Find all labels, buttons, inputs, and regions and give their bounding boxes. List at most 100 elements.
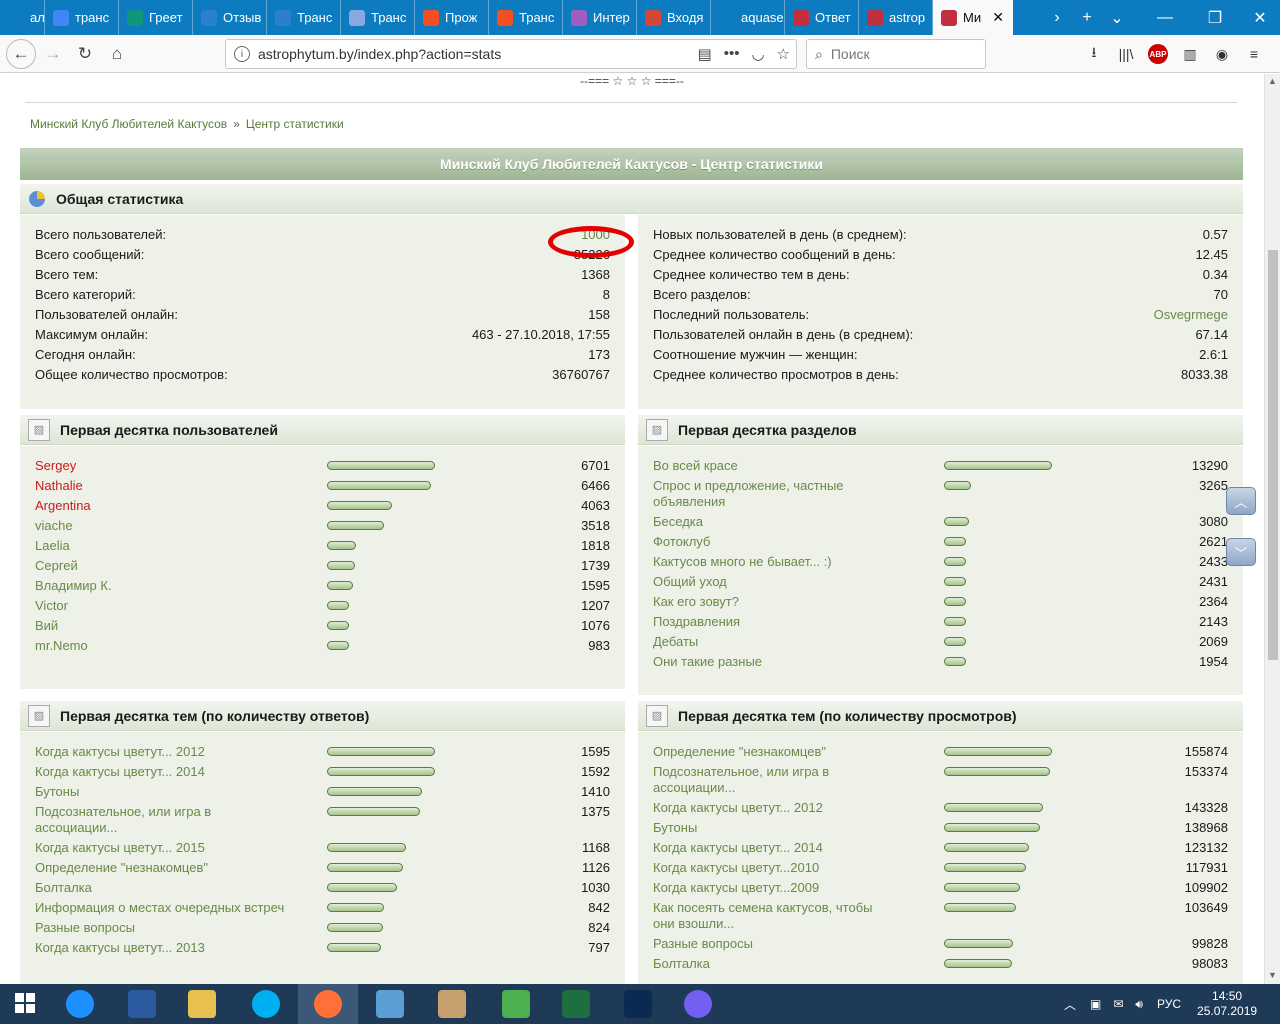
- tray-network-icon[interactable]: ▣: [1090, 997, 1101, 1011]
- reload-button[interactable]: ↻: [70, 39, 100, 69]
- top-user-name-link[interactable]: viache: [35, 518, 73, 533]
- breadcrumb-current[interactable]: Центр статистики: [246, 117, 344, 131]
- top-topic-replies-name-link[interactable]: Информация о местах очередных встреч: [35, 900, 284, 915]
- clock[interactable]: 14:50 25.07.2019: [1197, 989, 1257, 1019]
- browser-tab[interactable]: Греет: [119, 0, 193, 35]
- top-user-name-link[interactable]: Sergey: [35, 458, 76, 473]
- browser-tab[interactable]: Ответ: [785, 0, 859, 35]
- top-topic-replies-name-link[interactable]: Бутоны: [35, 784, 79, 799]
- close-window-button[interactable]: ✕: [1245, 0, 1275, 35]
- scroll-arrow-up-icon[interactable]: ▲: [1268, 76, 1277, 86]
- page-actions-icon[interactable]: •••: [724, 45, 740, 63]
- page-scrollbar[interactable]: ▲ ▼: [1264, 74, 1280, 984]
- top-board-name-link[interactable]: Во всей красе: [653, 458, 738, 473]
- tray-expand-icon[interactable]: ︿: [1064, 996, 1076, 1013]
- top-board-name-link[interactable]: Фотоклуб: [653, 534, 710, 549]
- reader-view-icon[interactable]: ▤: [698, 45, 712, 63]
- browser-tab[interactable]: Прож: [415, 0, 489, 35]
- url-bar[interactable]: i astrophytum.by/index.php?action=stats …: [225, 39, 797, 69]
- account-icon[interactable]: ◉: [1212, 44, 1232, 64]
- taskbar-skype-button[interactable]: [236, 984, 296, 1024]
- taskbar-firefox-button[interactable]: [298, 984, 358, 1024]
- bookmark-star-icon[interactable]: ☆: [777, 45, 790, 63]
- scroll-down-button[interactable]: ﹀: [1226, 538, 1256, 566]
- browser-tab[interactable]: транс: [45, 0, 119, 35]
- forward-button[interactable]: →: [38, 39, 68, 69]
- top-topic-views-name-link[interactable]: Бутоны: [653, 820, 697, 835]
- top-board-name-link[interactable]: Беседка: [653, 514, 703, 529]
- scrollbar-thumb[interactable]: [1268, 250, 1278, 660]
- taskbar-ie-button[interactable]: [50, 984, 110, 1024]
- taskbar-explorer-button[interactable]: [172, 984, 232, 1024]
- breadcrumb-home-link[interactable]: Минский Клуб Любителей Кактусов: [30, 117, 227, 131]
- browser-tab[interactable]: Транс: [341, 0, 415, 35]
- top-user-name-link[interactable]: Nathalie: [35, 478, 83, 493]
- top-topic-views-name-link[interactable]: Когда кактусы цветут... 2012: [653, 800, 823, 815]
- close-tab-icon[interactable]: ✕: [992, 9, 1004, 26]
- top-topic-views-name-link[interactable]: Как посеять семена кактусов, чтобы они в…: [653, 900, 873, 932]
- top-board-name-link[interactable]: Общий уход: [653, 574, 727, 589]
- top-board-name-link[interactable]: Кактусов много не бывает... :): [653, 554, 832, 569]
- top-topic-replies-name-link[interactable]: Подсознательное, или игра в ассоциации..…: [35, 804, 255, 836]
- top-topic-views-name-link[interactable]: Когда кактусы цветут... 2014: [653, 840, 823, 855]
- top-topic-replies-name-link[interactable]: Болталка: [35, 880, 92, 895]
- tray-volume-icon[interactable]: 🔊︎: [1135, 997, 1143, 1012]
- taskbar-corel-button[interactable]: [486, 984, 546, 1024]
- top-user-name-link[interactable]: Laelia: [35, 538, 70, 553]
- taskbar-save-button[interactable]: [112, 984, 172, 1024]
- browser-tab[interactable]: ал: [0, 0, 45, 35]
- top-user-name-link[interactable]: mr.Nemo: [35, 638, 88, 653]
- scroll-arrow-down-icon[interactable]: ▼: [1268, 970, 1277, 980]
- language-indicator[interactable]: РУС: [1157, 997, 1181, 1011]
- downloads-icon[interactable]: ⭳: [1084, 44, 1104, 64]
- taskbar-excel-button[interactable]: [546, 984, 606, 1024]
- taskbar-windows-start-button[interactable]: [0, 984, 50, 1024]
- taskbar-viber-button[interactable]: [668, 984, 728, 1024]
- latest-member-link[interactable]: Osvegrmege: [1154, 307, 1228, 322]
- browser-tab[interactable]: Транс: [489, 0, 563, 35]
- top-topic-replies-name-link[interactable]: Когда кактусы цветут... 2012: [35, 744, 205, 759]
- taskbar-paint-button[interactable]: [422, 984, 482, 1024]
- adblock-icon[interactable]: ABP: [1148, 44, 1168, 64]
- taskbar-network-button[interactable]: [360, 984, 420, 1024]
- top-user-name-link[interactable]: Владимир К.: [35, 578, 112, 593]
- top-topic-views-name-link[interactable]: Когда кактусы цветут...2009: [653, 880, 819, 895]
- top-board-name-link[interactable]: Поздравления: [653, 614, 740, 629]
- taskbar-photoshop-button[interactable]: [608, 984, 668, 1024]
- home-button[interactable]: ⌂: [102, 39, 132, 69]
- tab-list-button[interactable]: ⌄: [1102, 0, 1132, 35]
- minimize-button[interactable]: —: [1150, 0, 1180, 35]
- back-button[interactable]: ←: [6, 39, 36, 69]
- browser-tab[interactable]: Транс: [267, 0, 341, 35]
- top-user-name-link[interactable]: Argentina: [35, 498, 91, 513]
- search-field[interactable]: ⌕ Поиск: [806, 39, 986, 69]
- library-icon[interactable]: |||\: [1116, 44, 1136, 64]
- browser-tab[interactable]: Интер: [563, 0, 637, 35]
- top-board-name-link[interactable]: Дебаты: [653, 634, 698, 649]
- sidebar-icon[interactable]: ▥: [1180, 44, 1200, 64]
- top-topic-replies-name-link[interactable]: Когда кактусы цветут... 2013: [35, 940, 205, 955]
- top-topic-views-name-link[interactable]: Когда кактусы цветут...2010: [653, 860, 819, 875]
- browser-tab[interactable]: Ми ✕: [933, 0, 1013, 35]
- browser-tab[interactable]: astrop: [859, 0, 933, 35]
- top-board-name-link[interactable]: Они такие разные: [653, 654, 762, 669]
- tray-speech-icon[interactable]: ✉: [1113, 997, 1123, 1011]
- restore-button[interactable]: ❐: [1200, 0, 1230, 35]
- scroll-up-button[interactable]: ︿: [1226, 487, 1256, 515]
- new-tab-button[interactable]: +: [1072, 0, 1102, 35]
- browser-tab[interactable]: aquasecto: [711, 0, 785, 35]
- top-topic-views-name-link[interactable]: Подсознательное, или игра в ассоциации..…: [653, 764, 873, 796]
- menu-icon[interactable]: ≡: [1244, 44, 1264, 64]
- top-topic-views-name-link[interactable]: Болталка: [653, 956, 710, 971]
- top-user-name-link[interactable]: Сергей: [35, 558, 78, 573]
- site-info-icon[interactable]: i: [234, 46, 250, 62]
- top-topic-replies-name-link[interactable]: Определение "незнакомцев": [35, 860, 208, 875]
- browser-tab[interactable]: Отзыв: [193, 0, 267, 35]
- tab-scroll-right-button[interactable]: ›: [1042, 0, 1072, 35]
- top-topic-replies-name-link[interactable]: Разные вопросы: [35, 920, 135, 935]
- top-board-name-link[interactable]: Как его зовут?: [653, 594, 739, 609]
- top-topic-replies-name-link[interactable]: Когда кактусы цветут... 2015: [35, 840, 205, 855]
- top-topic-views-name-link[interactable]: Разные вопросы: [653, 936, 753, 951]
- browser-tab[interactable]: Входя: [637, 0, 711, 35]
- top-user-name-link[interactable]: Вий: [35, 618, 58, 633]
